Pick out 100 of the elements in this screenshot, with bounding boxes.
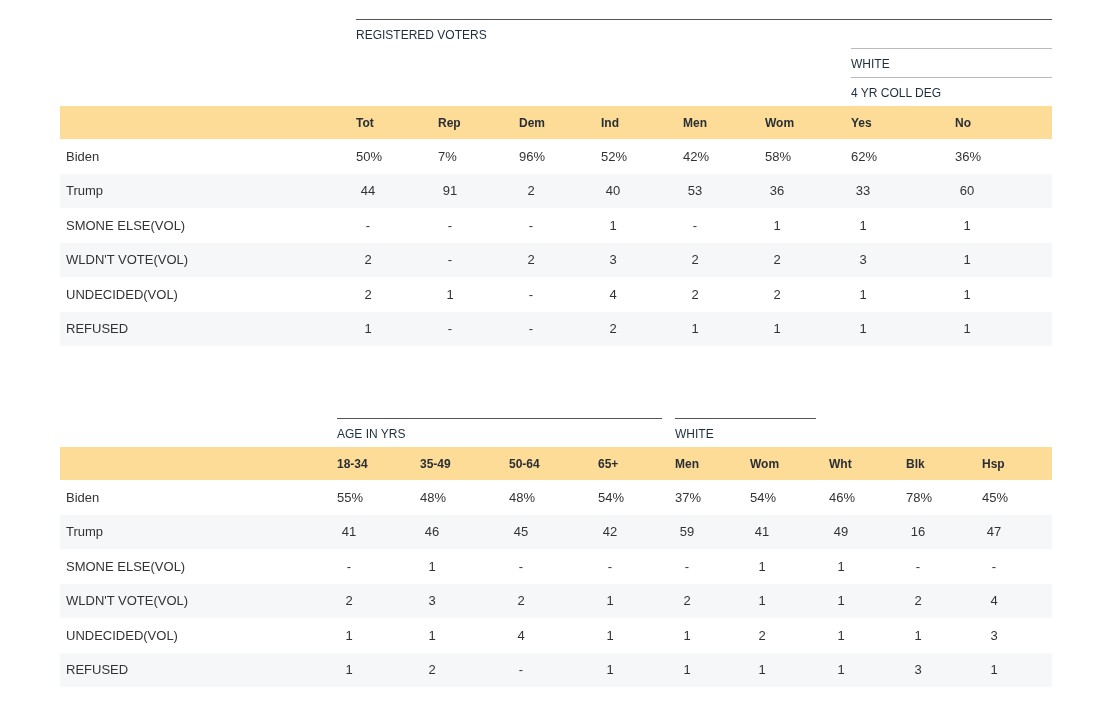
row-label: WLDN'T VOTE(VOL) bbox=[65, 251, 189, 269]
column-heading: Ind bbox=[601, 114, 619, 132]
column-heading: No bbox=[955, 114, 971, 132]
table-cell-text: 1 bbox=[836, 661, 846, 679]
table-cell-text: 1 bbox=[836, 557, 846, 576]
table-cell-text: - bbox=[345, 557, 353, 576]
row-label: REFUSED bbox=[65, 661, 129, 679]
table-cell-text: 46% bbox=[829, 488, 856, 507]
table-cell-text: - bbox=[683, 557, 691, 576]
table-cell-text: 1 bbox=[772, 320, 782, 338]
table-cell-text: 1 bbox=[344, 626, 354, 645]
table-cell-text: 1 bbox=[989, 661, 999, 679]
table-cell-text: 1 bbox=[836, 592, 846, 610]
column-heading: Wom bbox=[750, 455, 780, 473]
table-cell-text: 47 bbox=[985, 523, 1003, 541]
table-cell-text: 3 bbox=[913, 661, 923, 679]
table-cell-text: - bbox=[527, 216, 535, 235]
table-cell-text: - bbox=[446, 251, 454, 269]
table-cell-text: 1 bbox=[682, 626, 692, 645]
table-cell-text: 2 bbox=[690, 251, 700, 269]
table-cell-text: 36% bbox=[955, 147, 982, 166]
table-cell-text: 1 bbox=[757, 557, 767, 576]
table-cell-text: 1 bbox=[962, 251, 972, 269]
column-heading: 18-34 bbox=[337, 455, 368, 473]
table-cell-text: 1 bbox=[427, 557, 437, 576]
table-cell-text: 4 bbox=[989, 592, 999, 610]
row-label: UNDECIDED(VOL) bbox=[65, 285, 178, 304]
table-cell-text: 2 bbox=[344, 592, 354, 610]
table-cell-text: 46 bbox=[423, 523, 441, 541]
table-cell-text: 1 bbox=[858, 285, 868, 304]
table-cell-text: 48% bbox=[420, 488, 447, 507]
table-cell-text: 40 bbox=[604, 182, 622, 200]
column-heading: 65+ bbox=[598, 455, 619, 473]
row-label: Biden bbox=[65, 147, 100, 166]
table-cell-text: 41 bbox=[340, 523, 358, 541]
table-cell-text: - bbox=[517, 557, 525, 576]
group-heading: WHITE bbox=[851, 48, 1052, 77]
table-cell-text: - bbox=[691, 216, 699, 235]
table-cell-text: 55% bbox=[337, 488, 364, 507]
table-cell-text: 58% bbox=[765, 147, 792, 166]
table-cell-text: 1 bbox=[363, 320, 373, 338]
table-cell-text: 59 bbox=[678, 523, 696, 541]
table-cell-text: 1 bbox=[858, 320, 868, 338]
table-cell-text: 53 bbox=[686, 182, 704, 200]
column-heading: Blk bbox=[906, 455, 925, 473]
table-cell-text: - bbox=[606, 557, 614, 576]
table-cell-text: 2 bbox=[608, 320, 618, 338]
table-cell-text: 1 bbox=[690, 320, 700, 338]
column-heading: Men bbox=[683, 114, 707, 132]
table-cell-text: 4 bbox=[516, 626, 526, 645]
column-heading: 50-64 bbox=[509, 455, 540, 473]
row-label: SMONE ELSE(VOL) bbox=[65, 216, 186, 235]
column-heading: Yes bbox=[851, 114, 872, 132]
table-cell-text: 37% bbox=[675, 488, 702, 507]
table-cell-text: 1 bbox=[605, 626, 615, 645]
table-cell-text: 62% bbox=[851, 147, 878, 166]
table-cell-text: - bbox=[517, 661, 525, 679]
column-heading: Wht bbox=[829, 455, 852, 473]
table-cell-text: - bbox=[527, 320, 535, 338]
table-cell-text: 1 bbox=[605, 592, 615, 610]
row-label: Biden bbox=[65, 488, 100, 507]
table-cell-text: - bbox=[446, 320, 454, 338]
table-cell-text: 1 bbox=[962, 216, 972, 235]
table-cell-text: 36 bbox=[768, 182, 786, 200]
column-heading: Dem bbox=[519, 114, 545, 132]
table-cell-text: - bbox=[527, 285, 535, 304]
table-cell-text: 2 bbox=[363, 285, 373, 304]
table-cell-text: 2 bbox=[757, 626, 767, 645]
table-cell-text: 96% bbox=[519, 147, 546, 166]
table-cell-text: - bbox=[446, 216, 454, 235]
column-heading: Tot bbox=[356, 114, 374, 132]
row-label: SMONE ELSE(VOL) bbox=[65, 557, 186, 576]
table-cell-text: 1 bbox=[445, 285, 455, 304]
table-cell-text: 44 bbox=[359, 182, 377, 200]
table-cell-text: 1 bbox=[913, 626, 923, 645]
row-label: REFUSED bbox=[65, 320, 129, 338]
table-cell-text: 2 bbox=[427, 661, 437, 679]
table-cell-text: 3 bbox=[608, 251, 618, 269]
table-cell-text: 2 bbox=[516, 592, 526, 610]
table-cell-text: 16 bbox=[909, 523, 927, 541]
table-cell-text: 54% bbox=[750, 488, 777, 507]
table-cell-text: - bbox=[914, 557, 922, 576]
table-cell-text: 45 bbox=[512, 523, 530, 541]
column-heading: Hsp bbox=[982, 455, 1005, 473]
column-heading: Rep bbox=[438, 114, 461, 132]
table-cell-text: 91 bbox=[441, 182, 459, 200]
table-cell-text: 3 bbox=[989, 626, 999, 645]
column-heading: 35-49 bbox=[420, 455, 451, 473]
table-cell-text: 1 bbox=[858, 216, 868, 235]
table-cell-text: 3 bbox=[858, 251, 868, 269]
table-cell-text: 78% bbox=[906, 488, 933, 507]
table-cell-text: - bbox=[990, 557, 998, 576]
row-label: Trump bbox=[65, 182, 104, 200]
group-heading: REGISTERED VOTERS bbox=[356, 19, 1052, 48]
table-cell-text: 1 bbox=[427, 626, 437, 645]
table-cell-text: 2 bbox=[363, 251, 373, 269]
table-cell-text: 1 bbox=[757, 661, 767, 679]
table-cell-text: 42% bbox=[683, 147, 710, 166]
table-cell-text: 2 bbox=[772, 251, 782, 269]
row-label: WLDN'T VOTE(VOL) bbox=[65, 592, 189, 610]
